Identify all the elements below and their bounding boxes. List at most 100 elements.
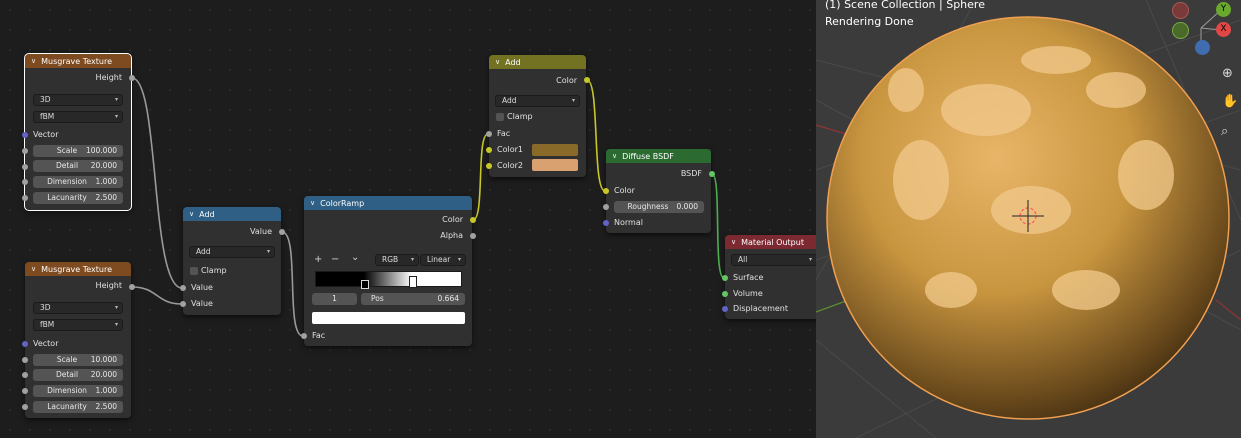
collapse-chevron-icon[interactable]: ∨ <box>495 58 500 66</box>
scale-field[interactable]: Scale 10.000 <box>33 354 123 366</box>
collapse-chevron-icon[interactable]: ∨ <box>31 57 36 65</box>
chevron-down-icon: ▾ <box>114 113 118 120</box>
input-lacunarity-socket[interactable] <box>22 195 28 201</box>
input-fac-socket[interactable] <box>486 131 492 137</box>
gizmo-x-label: X <box>1220 24 1227 34</box>
mix-add-node[interactable]: ∨ Add Color Add ▾ Clamp Fac Color1 Color2 <box>486 55 590 177</box>
chevron-down-icon: ▾ <box>571 97 575 104</box>
input-vector-socket[interactable] <box>22 132 28 138</box>
type-select[interactable]: fBM ▾ <box>33 111 123 123</box>
node-header[interactable]: ∨ Musgrave Texture <box>25 262 131 276</box>
output-height-socket[interactable] <box>129 284 135 290</box>
input-color-socket[interactable] <box>603 188 609 194</box>
detail-field[interactable]: Detail 20.000 <box>33 160 123 172</box>
material-output-node[interactable]: ∨ Material Output All ▾ Surface Volume Dis… <box>722 235 816 319</box>
input-dimension-socket[interactable] <box>22 179 28 185</box>
stop-pos-field[interactable]: Pos 0.664 <box>361 293 465 305</box>
diffuse-bsdf-node[interactable]: ∨ Diffuse BSDF BSDF Color Roughness 0.000 … <box>603 149 715 233</box>
colorramp-node[interactable]: ∨ ColorRamp Color Alpha + − ⌄ RGB ▾ Linear… <box>301 196 476 346</box>
detail-field[interactable]: Detail 20.000 <box>33 369 123 381</box>
output-bsdf-label: BSDF <box>680 169 702 178</box>
input-scale-socket[interactable] <box>22 148 28 154</box>
node-header[interactable]: ∨ ColorRamp <box>304 196 472 210</box>
color-mode-select[interactable]: RGB ▾ <box>375 254 419 266</box>
collapse-chevron-icon[interactable]: ∨ <box>310 199 315 207</box>
output-color-socket[interactable] <box>470 217 476 223</box>
collapse-chevron-icon[interactable]: ∨ <box>31 265 36 273</box>
remove-stop-icon[interactable]: − <box>331 254 339 265</box>
input-detail-socket[interactable] <box>22 164 28 170</box>
output-value-socket[interactable] <box>279 229 285 235</box>
gizmo-neg-y-icon[interactable] <box>1172 2 1189 19</box>
dimension-field[interactable]: Dimension 1.000 <box>33 385 123 397</box>
node-header[interactable]: ∨ Add <box>489 55 586 69</box>
input-color2-label: Color2 <box>497 161 523 170</box>
operation-select[interactable]: Add ▾ <box>189 246 275 258</box>
output-color-socket[interactable] <box>584 77 590 83</box>
collapse-chevron-icon[interactable]: ∨ <box>731 238 736 246</box>
input-surface-socket[interactable] <box>722 275 728 281</box>
stop-index-field[interactable]: 1 <box>312 293 357 305</box>
roughness-field[interactable]: Roughness 0.000 <box>614 201 704 213</box>
interpolation-select[interactable]: Linear ▾ <box>420 254 466 266</box>
math-add-node[interactable]: ∨ Add Value Add ▾ Clamp Value Value <box>180 207 285 315</box>
camera-icon[interactable]: ⌕ <box>1221 124 1228 139</box>
shader-node-editor[interactable]: ∨ Musgrave Texture Height 3D ▾ fBM ▾ Vector… <box>0 0 816 438</box>
gizmo-z-axis-icon[interactable] <box>1195 40 1210 55</box>
dimensions-select[interactable]: 3D ▾ <box>33 302 123 314</box>
link-add-to-colorramp <box>281 231 304 337</box>
input-color2-socket[interactable] <box>486 163 492 169</box>
output-bsdf-socket[interactable] <box>709 171 715 177</box>
node-header[interactable]: ∨ Diffuse BSDF <box>606 149 711 163</box>
input-detail-socket[interactable] <box>22 372 28 378</box>
clamp-checkbox[interactable] <box>190 267 198 275</box>
input-volume-socket[interactable] <box>722 291 728 297</box>
input-vector-socket[interactable] <box>22 341 28 347</box>
blend-select[interactable]: Add ▾ <box>495 95 580 107</box>
musgrave-texture-node-1[interactable]: ∨ Musgrave Texture Height 3D ▾ fBM ▾ Vector… <box>22 53 135 211</box>
input-dimension-socket[interactable] <box>22 388 28 394</box>
target-select[interactable]: All ▾ <box>731 254 816 266</box>
color1-swatch[interactable] <box>532 144 578 156</box>
color2-swatch[interactable] <box>532 159 578 171</box>
output-color-label: Color <box>556 76 577 85</box>
ramp-menu-icon[interactable]: ⌄ <box>351 252 359 263</box>
input-value-socket-1[interactable] <box>180 285 186 291</box>
add-stop-icon[interactable]: + <box>314 254 322 265</box>
type-value: fBM <box>40 320 55 329</box>
node-header[interactable]: ∨ Musgrave Texture <box>25 54 131 68</box>
color-ramp-bar[interactable] <box>315 271 462 287</box>
clamp-checkbox[interactable] <box>496 113 504 121</box>
input-roughness-socket[interactable] <box>603 204 609 210</box>
node-header[interactable]: ∨ Material Output <box>725 235 816 249</box>
dimensions-select[interactable]: 3D ▾ <box>33 94 123 106</box>
stop-color-swatch[interactable] <box>312 312 465 324</box>
input-displacement-socket[interactable] <box>722 306 728 312</box>
collapse-chevron-icon[interactable]: ∨ <box>189 210 194 218</box>
input-normal-socket[interactable] <box>603 220 609 226</box>
output-alpha-socket[interactable] <box>470 233 476 239</box>
ramp-stop-white[interactable] <box>409 276 417 288</box>
input-lacunarity-socket[interactable] <box>22 404 28 410</box>
dimension-field[interactable]: Dimension 1.000 <box>33 176 123 188</box>
node-header[interactable]: ∨ Add <box>183 207 281 221</box>
musgrave-texture-node-2[interactable]: ∨ Musgrave Texture Height 3D ▾ fBM ▾ Vector… <box>22 262 135 418</box>
input-scale-socket[interactable] <box>22 357 28 363</box>
type-select[interactable]: fBM ▾ <box>33 319 123 331</box>
chevron-down-icon: ▾ <box>266 248 270 255</box>
zoom-icon[interactable]: ⊕ <box>1222 66 1233 81</box>
hand-icon[interactable]: ✋ <box>1222 94 1238 109</box>
lacunarity-field[interactable]: Lacunarity 2.500 <box>33 192 123 204</box>
gizmo-neg-x-icon[interactable] <box>1172 22 1189 39</box>
input-value-socket-2[interactable] <box>180 301 186 307</box>
gizmo-y-axis-icon[interactable]: Y <box>1216 2 1231 17</box>
collapse-chevron-icon[interactable]: ∨ <box>612 152 617 160</box>
output-height-socket[interactable] <box>129 75 135 81</box>
input-color1-socket[interactable] <box>486 147 492 153</box>
scale-field[interactable]: Scale 100.000 <box>33 145 123 157</box>
lacunarity-field[interactable]: Lacunarity 2.500 <box>33 401 123 413</box>
3d-viewport[interactable]: (1) Scene Collection | Sphere Rendering … <box>816 0 1241 438</box>
input-fac-socket[interactable] <box>301 333 307 339</box>
ramp-stop-black[interactable] <box>361 280 369 289</box>
gizmo-x-axis-icon[interactable]: X <box>1216 22 1231 37</box>
